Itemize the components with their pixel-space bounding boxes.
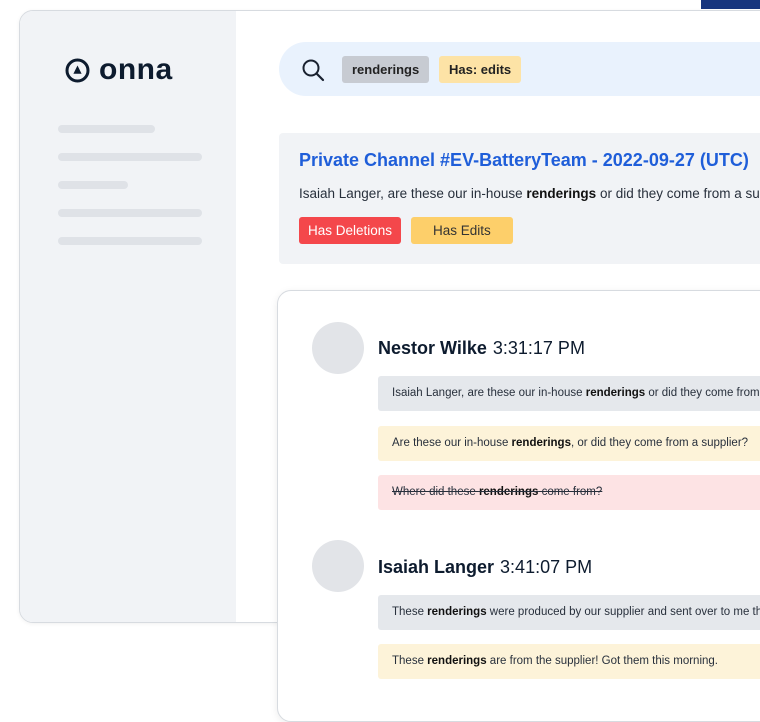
- sidebar-item-placeholder[interactable]: [58, 125, 155, 133]
- brand-logo[interactable]: onna: [65, 55, 173, 85]
- keyword-highlight: renderings: [526, 186, 597, 201]
- message-header: Isaiah Langer 3:41:07 PM: [378, 557, 592, 578]
- sidebar-item-placeholder[interactable]: [58, 209, 202, 217]
- sidebar: onna: [20, 11, 236, 622]
- conversation-panel: Nestor Wilke 3:31:17 PM Isaiah Langer, ar…: [277, 290, 760, 722]
- has-edits-badge[interactable]: Has Edits: [411, 217, 513, 244]
- search-chip-keyword[interactable]: renderings: [342, 56, 430, 83]
- result-title[interactable]: Private Channel #EV-BatteryTeam - 2022-0…: [299, 150, 749, 171]
- search-result-card[interactable]: Private Channel #EV-BatteryTeam - 2022-0…: [279, 133, 760, 264]
- author-name: Nestor Wilke: [378, 338, 487, 358]
- message-deleted[interactable]: Where did these renderings come from?: [378, 475, 760, 510]
- message-time: 3:41:07 PM: [500, 557, 593, 577]
- result-snippet: Isaiah Langer, are these our in-house re…: [299, 186, 760, 201]
- message-edited[interactable]: Are these our in-house renderings, or di…: [378, 426, 760, 461]
- message-header: Nestor Wilke 3:31:17 PM: [378, 338, 585, 359]
- onna-logo-icon: [65, 58, 90, 82]
- search-bar[interactable]: renderings Has: edits: [279, 42, 760, 96]
- sidebar-item-placeholder[interactable]: [58, 181, 128, 189]
- message-time: 3:31:17 PM: [492, 338, 585, 358]
- message-original[interactable]: These renderings were produced by our su…: [378, 595, 760, 630]
- avatar: [312, 322, 364, 374]
- search-chip-filter[interactable]: Has: edits: [439, 56, 522, 83]
- sidebar-item-placeholder[interactable]: [58, 237, 202, 245]
- sidebar-item-placeholder[interactable]: [58, 153, 202, 161]
- avatar: [312, 540, 364, 592]
- brand-name: onna: [99, 53, 173, 86]
- corner-accent: [701, 0, 760, 9]
- message-edited[interactable]: These renderings are from the supplier! …: [378, 644, 760, 679]
- has-deletions-badge[interactable]: Has Deletions: [299, 217, 402, 244]
- author-name: Isaiah Langer: [378, 557, 495, 577]
- message-original[interactable]: Isaiah Langer, are these our in-house re…: [378, 376, 760, 411]
- search-icon[interactable]: [301, 58, 325, 82]
